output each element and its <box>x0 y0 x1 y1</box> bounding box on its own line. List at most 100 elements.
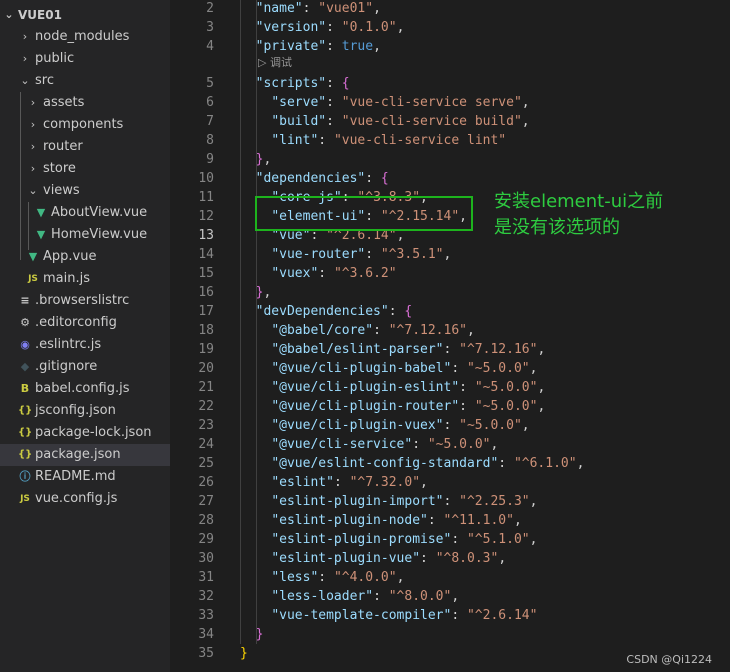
line-number: 9 <box>206 152 214 167</box>
explorer-item-store[interactable]: › store <box>0 158 170 180</box>
code-line[interactable]: "name": "vue01", <box>240 0 381 18</box>
code-line[interactable]: "@babel/core": "^7.12.16", <box>240 321 475 340</box>
explorer-item-label: .browserslistrc <box>35 293 130 308</box>
json-file-icon: {} <box>18 427 33 438</box>
code-line[interactable]: "devDependencies": { <box>240 302 413 321</box>
code-line[interactable]: "@babel/eslint-parser": "^7.12.16", <box>240 340 545 359</box>
line-number: 16 <box>198 285 214 300</box>
explorer-item-label: babel.config.js <box>35 381 130 396</box>
code-editor[interactable]: ▷ 调试 2 "name": "vue01", 3 "version": "0.1… <box>170 0 730 672</box>
line-number: 30 <box>198 551 214 566</box>
line-number: 28 <box>198 513 214 528</box>
explorer-item-jsconfig-json[interactable]: {} jsconfig.json <box>0 400 170 422</box>
chevron-right-icon: › <box>30 96 36 109</box>
explorer-item-homeview-vue[interactable]: ▼ HomeView.vue <box>0 224 170 246</box>
explorer-item-package-json[interactable]: {} package.json <box>0 444 170 466</box>
code-line[interactable]: "eslint": "^7.32.0", <box>240 473 428 492</box>
tree-indent-guide <box>20 92 21 260</box>
explorer-item-readme-md[interactable]: ⓘ README.md <box>0 466 170 488</box>
browserslist-file-icon: ≡ <box>20 294 30 307</box>
code-line[interactable]: "@vue/cli-plugin-babel": "~5.0.0", <box>240 359 537 378</box>
line-number: 15 <box>198 266 214 281</box>
code-line[interactable]: "vuex": "^3.6.2" <box>240 264 396 283</box>
explorer-sidebar: ⌄ VUE01 › node_modules › public ⌄ src › assets › co… <box>0 0 170 672</box>
explorer-item-label: package.json <box>35 447 121 462</box>
explorer-item-components[interactable]: › components <box>0 114 170 136</box>
code-line[interactable]: "vue-router": "^3.5.1", <box>240 245 451 264</box>
line-number: 5 <box>206 76 214 91</box>
vue-file-icon: ▼ <box>36 228 46 241</box>
code-line[interactable]: "eslint-plugin-promise": "^5.1.0", <box>240 530 537 549</box>
line-number: 17 <box>198 304 214 319</box>
code-line[interactable]: "@vue/eslint-config-standard": "^6.1.0", <box>240 454 584 473</box>
line-number: 12 <box>198 209 214 224</box>
code-line[interactable]: } <box>240 625 264 644</box>
explorer-root-folder[interactable]: ⌄ VUE01 <box>0 4 170 26</box>
explorer-item-aboutview-vue[interactable]: ▼ AboutView.vue <box>0 202 170 224</box>
explorer-item-app-vue[interactable]: ▼ App.vue <box>0 246 170 268</box>
line-number: 11 <box>198 190 214 205</box>
line-number: 4 <box>206 39 214 54</box>
code-line[interactable]: "serve": "vue-cli-service serve", <box>240 93 529 112</box>
explorer-item-main-js[interactable]: JS main.js <box>0 268 170 290</box>
explorer-item-label: assets <box>43 95 85 110</box>
code-line[interactable]: "private": true, <box>240 37 381 56</box>
code-line[interactable]: } <box>240 644 248 663</box>
line-number: 19 <box>198 342 214 357</box>
code-line[interactable]: "eslint-plugin-import": "^2.25.3", <box>240 492 537 511</box>
explorer-item-label: store <box>43 161 76 176</box>
tree-indent-guide <box>28 202 29 250</box>
code-line[interactable]: "version": "0.1.0", <box>240 18 405 37</box>
explorer-item-babel-config-js[interactable]: Bbabel.config.js <box>0 378 170 400</box>
explorer-item-eslintrc-js[interactable]: ◉ .eslintrc.js <box>0 334 170 356</box>
json-file-icon: {} <box>18 405 33 416</box>
explorer-item-router[interactable]: › router <box>0 136 170 158</box>
info-file-icon: ⓘ <box>19 470 31 483</box>
line-number: 31 <box>198 570 214 585</box>
line-number: 34 <box>198 627 214 642</box>
explorer-item-src[interactable]: ⌄ src <box>0 70 170 92</box>
code-line[interactable]: "@vue/cli-service": "~5.0.0", <box>240 435 498 454</box>
code-line[interactable]: "less": "^4.0.0", <box>240 568 404 587</box>
explorer-item-label: App.vue <box>43 249 97 264</box>
code-line[interactable]: "dependencies": { <box>240 169 389 188</box>
babel-file-icon: B <box>20 382 30 395</box>
code-line[interactable]: "@vue/cli-plugin-router": "~5.0.0", <box>240 397 545 416</box>
chevron-right-icon: › <box>22 52 28 65</box>
explorer-item-label: AboutView.vue <box>51 205 148 220</box>
code-line[interactable]: "build": "vue-cli-service build", <box>240 112 529 131</box>
explorer-item-package-lock-json[interactable]: {} package-lock.json <box>0 422 170 444</box>
eslint-file-icon: ◉ <box>20 338 30 351</box>
explorer-item-browserslistrc[interactable]: ≡ .browserslistrc <box>0 290 170 312</box>
code-line[interactable]: "eslint-plugin-vue": "^8.0.3", <box>240 549 506 568</box>
explorer-item-vue-config-js[interactable]: JS vue.config.js <box>0 488 170 510</box>
explorer-item-views[interactable]: ⌄ views <box>0 180 170 202</box>
vue-file-icon: ▼ <box>36 206 46 219</box>
explorer-item-editorconfig[interactable]: ⚙ .editorconfig <box>0 312 170 334</box>
line-number: 6 <box>206 95 214 110</box>
explorer-item-node-modules[interactable]: › node_modules <box>0 26 170 48</box>
code-line[interactable]: "vue-template-compiler": "^2.6.14" <box>240 606 537 625</box>
code-line[interactable]: "lint": "vue-cli-service lint" <box>240 131 506 150</box>
line-number: 8 <box>206 133 214 148</box>
debug-codelens[interactable]: ▷ 调试 <box>258 54 292 72</box>
explorer-item-public[interactable]: › public <box>0 48 170 70</box>
annotation-line-1: 安装element-ui之前 <box>494 191 664 212</box>
explorer-item-label: package-lock.json <box>35 425 152 440</box>
code-line[interactable]: "less-loader": "^8.0.0", <box>240 587 459 606</box>
annotation-line-2: 是没有该选项的 <box>494 217 620 238</box>
explorer-item-assets[interactable]: › assets <box>0 92 170 114</box>
explorer-item-label: src <box>35 73 54 88</box>
chevron-right-icon: › <box>30 118 36 131</box>
explorer-item-gitignore[interactable]: ◆ .gitignore <box>0 356 170 378</box>
line-number: 18 <box>198 323 214 338</box>
line-number: 32 <box>198 589 214 604</box>
line-number: 26 <box>198 475 214 490</box>
chevron-down-icon: ⌄ <box>20 74 30 87</box>
code-line[interactable]: "@vue/cli-plugin-eslint": "~5.0.0", <box>240 378 545 397</box>
explorer-item-label: jsconfig.json <box>35 403 116 418</box>
element-ui-highlight-box <box>255 196 473 231</box>
code-line[interactable]: "@vue/cli-plugin-vuex": "~5.0.0", <box>240 416 529 435</box>
csdn-watermark: CSDN @Qi1224 <box>626 653 712 666</box>
code-line[interactable]: "eslint-plugin-node": "^11.1.0", <box>240 511 521 530</box>
